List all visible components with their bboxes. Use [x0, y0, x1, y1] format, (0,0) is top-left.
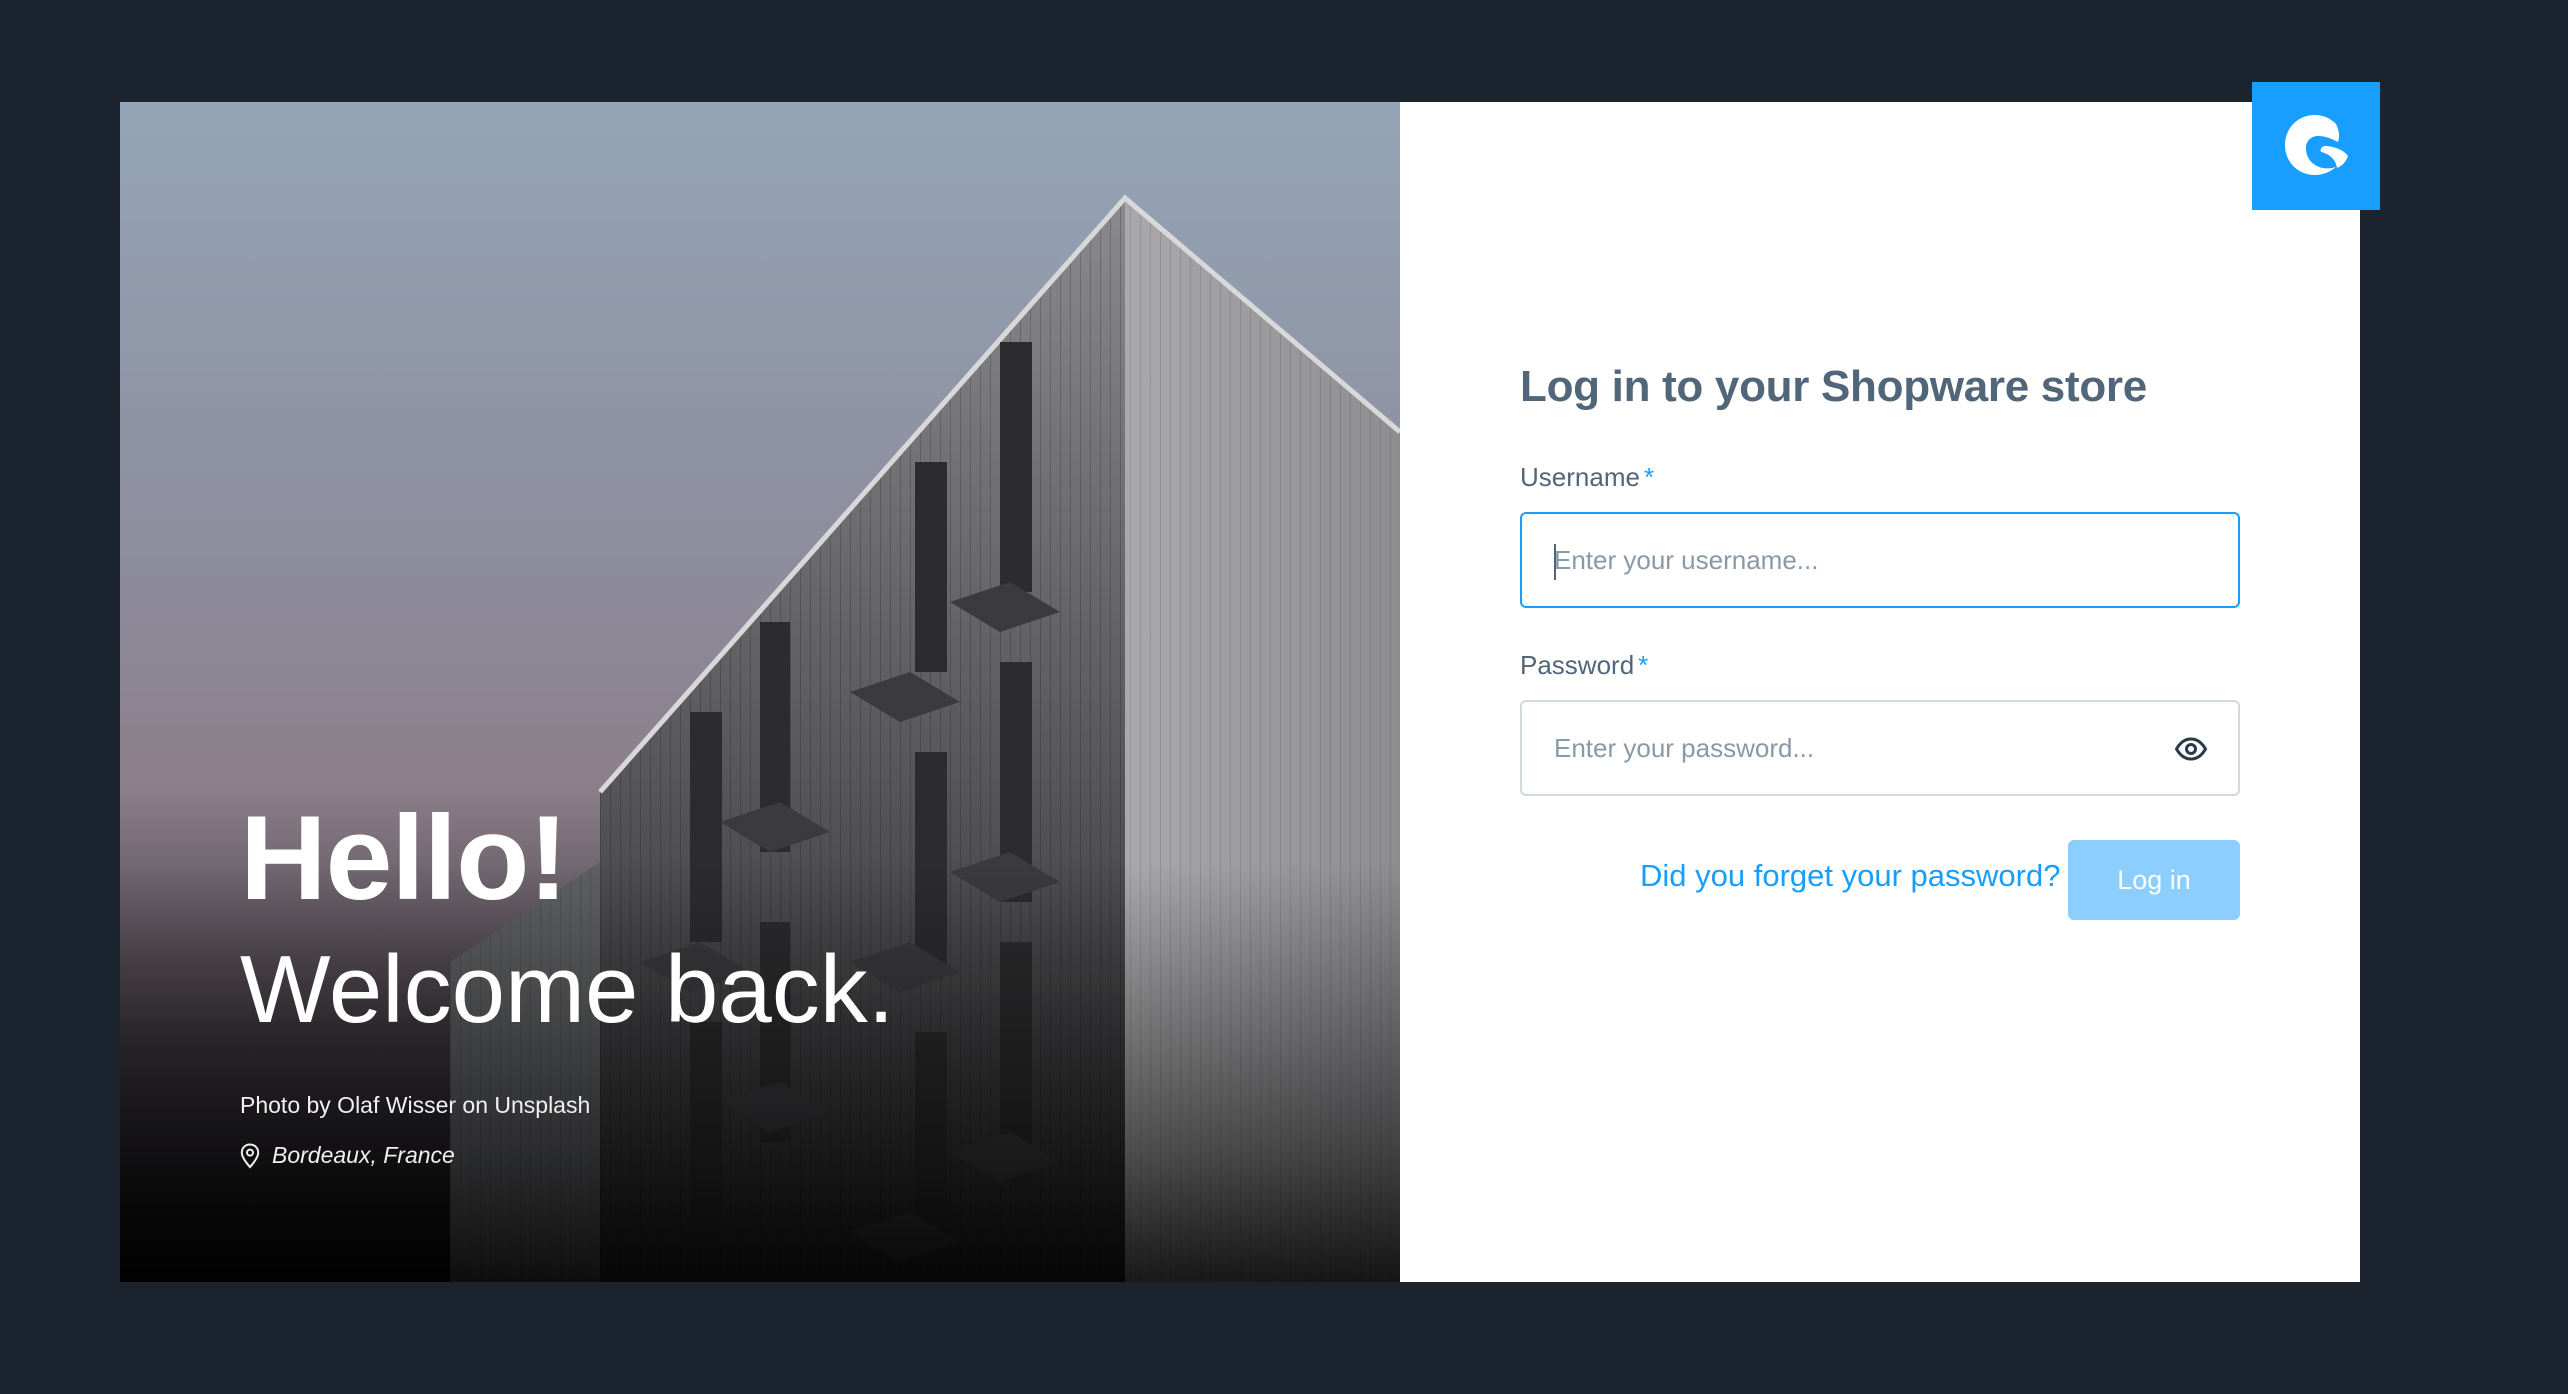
- login-title: Log in to your Shopware store: [1520, 362, 2147, 411]
- hero-welcome: Welcome back.: [240, 936, 895, 1043]
- forgot-password-link[interactable]: Did you forget your password?: [1640, 858, 2060, 894]
- hero-photo: Hello! Welcome back. Photo by Olaf Wisse…: [120, 102, 1400, 1282]
- username-label-text: Username: [1520, 462, 1640, 492]
- login-button[interactable]: Log in: [2068, 840, 2240, 920]
- text-caret: [1554, 544, 1556, 580]
- required-marker: *: [1638, 650, 1649, 680]
- photo-gradient-overlay: [120, 862, 1400, 1282]
- username-field[interactable]: [1520, 512, 2240, 608]
- photo-credit: Photo by Olaf Wisser on Unsplash: [240, 1092, 591, 1118]
- password-label-text: Password: [1520, 650, 1635, 680]
- username-label: Username *: [1520, 462, 1654, 493]
- shopware-logo-icon: [2252, 82, 2380, 210]
- password-field[interactable]: [1520, 700, 2240, 796]
- password-label: Password *: [1520, 650, 1648, 681]
- location-text: Bordeaux, France: [272, 1142, 455, 1168]
- login-form-panel: Log in to your Shopware store Username * …: [1400, 102, 2360, 1282]
- password-input[interactable]: [1522, 702, 2238, 794]
- required-marker: *: [1643, 462, 1655, 492]
- login-card: Hello! Welcome back. Photo by Olaf Wisse…: [120, 102, 2360, 1282]
- map-pin-icon: [240, 1142, 260, 1169]
- username-input[interactable]: [1522, 514, 2238, 606]
- hero-hello: Hello!: [240, 791, 568, 925]
- photo-location: Bordeaux, France: [240, 1142, 455, 1169]
- eye-icon[interactable]: [2174, 732, 2208, 771]
